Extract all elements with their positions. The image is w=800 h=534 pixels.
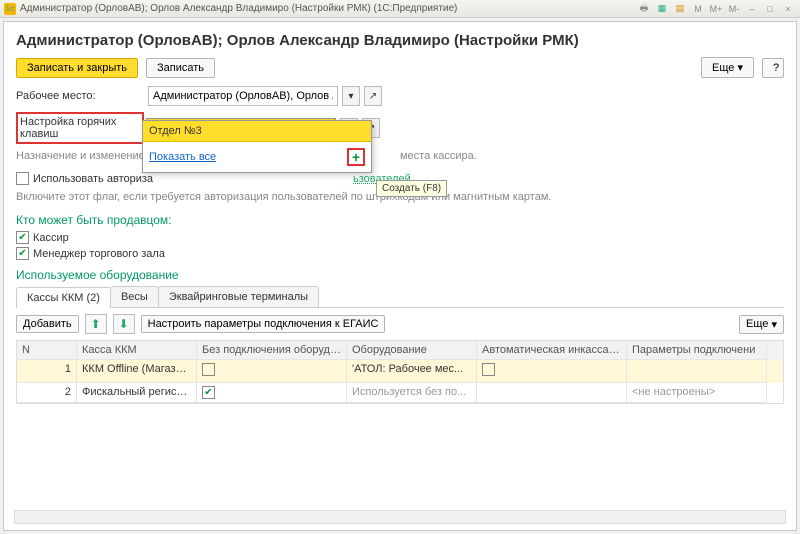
col-autoink[interactable]: Автоматическая инкассация xyxy=(477,341,627,360)
show-all-link[interactable]: Показать все xyxy=(149,151,216,163)
toolbar-print-icon[interactable]: 🖶 xyxy=(636,2,652,16)
mem-mminus[interactable]: M- xyxy=(726,2,742,16)
equipment-section-title: Используемое оборудование xyxy=(16,268,784,282)
tab-scales[interactable]: Весы xyxy=(110,286,159,307)
hall-manager-checkbox[interactable]: ✔ xyxy=(16,247,29,260)
more-button[interactable]: Еще ▾ xyxy=(701,57,754,78)
auth-label: Использовать авторизаьзователей xyxy=(33,173,411,185)
hotkeys-dropdown-panel: Отдел №3 Показать все + xyxy=(142,120,372,173)
mem-m[interactable]: M xyxy=(690,2,706,16)
create-new-button[interactable]: + xyxy=(347,148,365,166)
col-n[interactable]: N xyxy=(17,341,77,360)
noconn-checkbox[interactable] xyxy=(202,363,215,376)
hotkeys-label: Настройка горячих клавиш xyxy=(16,112,144,144)
auth-checkbox[interactable] xyxy=(16,172,29,185)
autoink-checkbox[interactable] xyxy=(482,363,495,376)
workplace-dropdown-icon[interactable]: ▾ xyxy=(342,86,360,106)
write-close-button[interactable]: Записать и закрыть xyxy=(16,58,138,78)
write-button[interactable]: Записать xyxy=(146,58,215,78)
equipment-table: N Касса ККМ Без подключения оборудования… xyxy=(16,340,784,404)
window-minimize-icon[interactable]: – xyxy=(744,2,760,16)
table-row[interactable]: 2 Фискальный регистр... ✔ Используется б… xyxy=(17,383,783,403)
toolbar-calc-icon[interactable]: ▤ xyxy=(672,2,688,16)
workplace-label: Рабочее место: xyxy=(16,90,144,102)
app-icon: 1c xyxy=(4,3,16,15)
move-up-icon[interactable]: ⬆ xyxy=(85,314,107,334)
col-equip[interactable]: Оборудование xyxy=(347,341,477,360)
tab-acquiring[interactable]: Эквайринговые терминалы xyxy=(158,286,319,307)
toolbar-calendar-icon[interactable]: ▦ xyxy=(654,2,670,16)
noconn-checkbox[interactable]: ✔ xyxy=(202,386,215,399)
create-tooltip: Создать (F8) xyxy=(376,180,447,197)
page-title: Администратор (ОрловАВ); Орлов Александр… xyxy=(16,32,784,49)
window-title: Администратор (ОрловАВ); Орлов Александр… xyxy=(20,3,457,14)
titlebar-controls: 🖶 ▦ ▤ M M+ M- – □ × xyxy=(636,2,796,16)
mem-mplus[interactable]: M+ xyxy=(708,2,724,16)
table-more-button[interactable]: Еще ▾ xyxy=(739,315,784,334)
col-params[interactable]: Параметры подключени xyxy=(627,341,767,360)
dropdown-selected-item[interactable]: Отдел №3 xyxy=(143,121,371,142)
window-close-icon[interactable]: × xyxy=(780,2,796,16)
help-button[interactable]: ? xyxy=(762,58,784,78)
col-kkm[interactable]: Касса ККМ xyxy=(77,341,197,360)
move-down-icon[interactable]: ⬇ xyxy=(113,314,135,334)
workplace-open-icon[interactable]: ↗ xyxy=(364,86,382,106)
tab-kkm[interactable]: Кассы ККМ (2) xyxy=(16,287,111,308)
seller-section-title: Кто может быть продавцом: xyxy=(16,213,784,227)
window-maximize-icon[interactable]: □ xyxy=(762,2,778,16)
cashier-label: Кассир xyxy=(33,232,69,244)
workplace-input[interactable] xyxy=(148,86,338,106)
horizontal-scrollbar[interactable] xyxy=(14,510,786,524)
hotkeys-hint: Назначение и изменение гор места кассира… xyxy=(16,150,784,162)
col-noconn[interactable]: Без подключения оборудования xyxy=(197,341,347,360)
cashier-checkbox[interactable]: ✔ xyxy=(16,231,29,244)
add-row-button[interactable]: Добавить xyxy=(16,315,79,333)
configure-egais-button[interactable]: Настроить параметры подключения к ЕГАИС xyxy=(141,315,386,333)
hall-manager-label: Менеджер торгового зала xyxy=(33,248,165,260)
table-row[interactable]: 1 ККМ Offline (Магазин... 'АТОЛ: Рабочее… xyxy=(17,360,783,383)
